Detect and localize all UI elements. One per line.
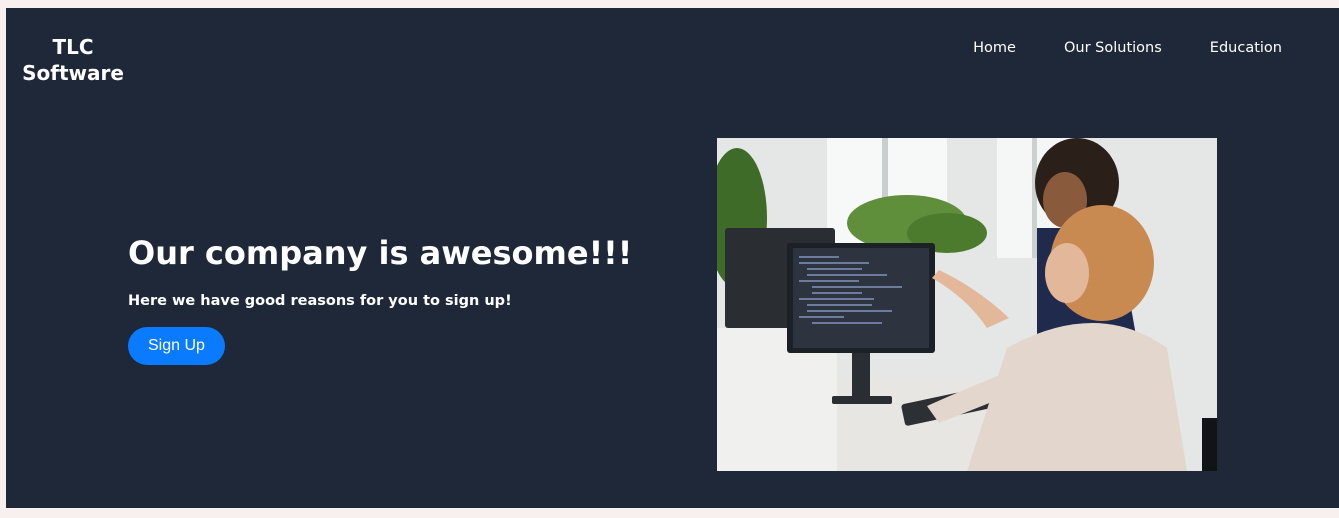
nav-our-solutions[interactable]: Our Solutions — [1064, 40, 1162, 56]
hero-section: Our company is awesome!!! Here we have g… — [128, 231, 688, 365]
sign-up-button[interactable]: Sign Up — [128, 327, 225, 365]
nav-home[interactable]: Home — [973, 40, 1016, 56]
hero-subtitle: Here we have good reasons for you to sig… — [128, 293, 512, 309]
brand-line-2: Software — [22, 61, 124, 85]
hero-image — [717, 138, 1217, 471]
brand-logo[interactable]: TLC Software — [6, 34, 140, 86]
page: TLC Software Home Our Solutions Educatio… — [6, 8, 1339, 508]
main-nav: Home Our Solutions Education — [973, 40, 1282, 56]
nav-education[interactable]: Education — [1210, 40, 1282, 56]
brand-line-1: TLC — [52, 35, 94, 59]
hero-title: Our company is awesome!!! — [128, 234, 633, 272]
office-photo-illustration — [717, 138, 1217, 471]
